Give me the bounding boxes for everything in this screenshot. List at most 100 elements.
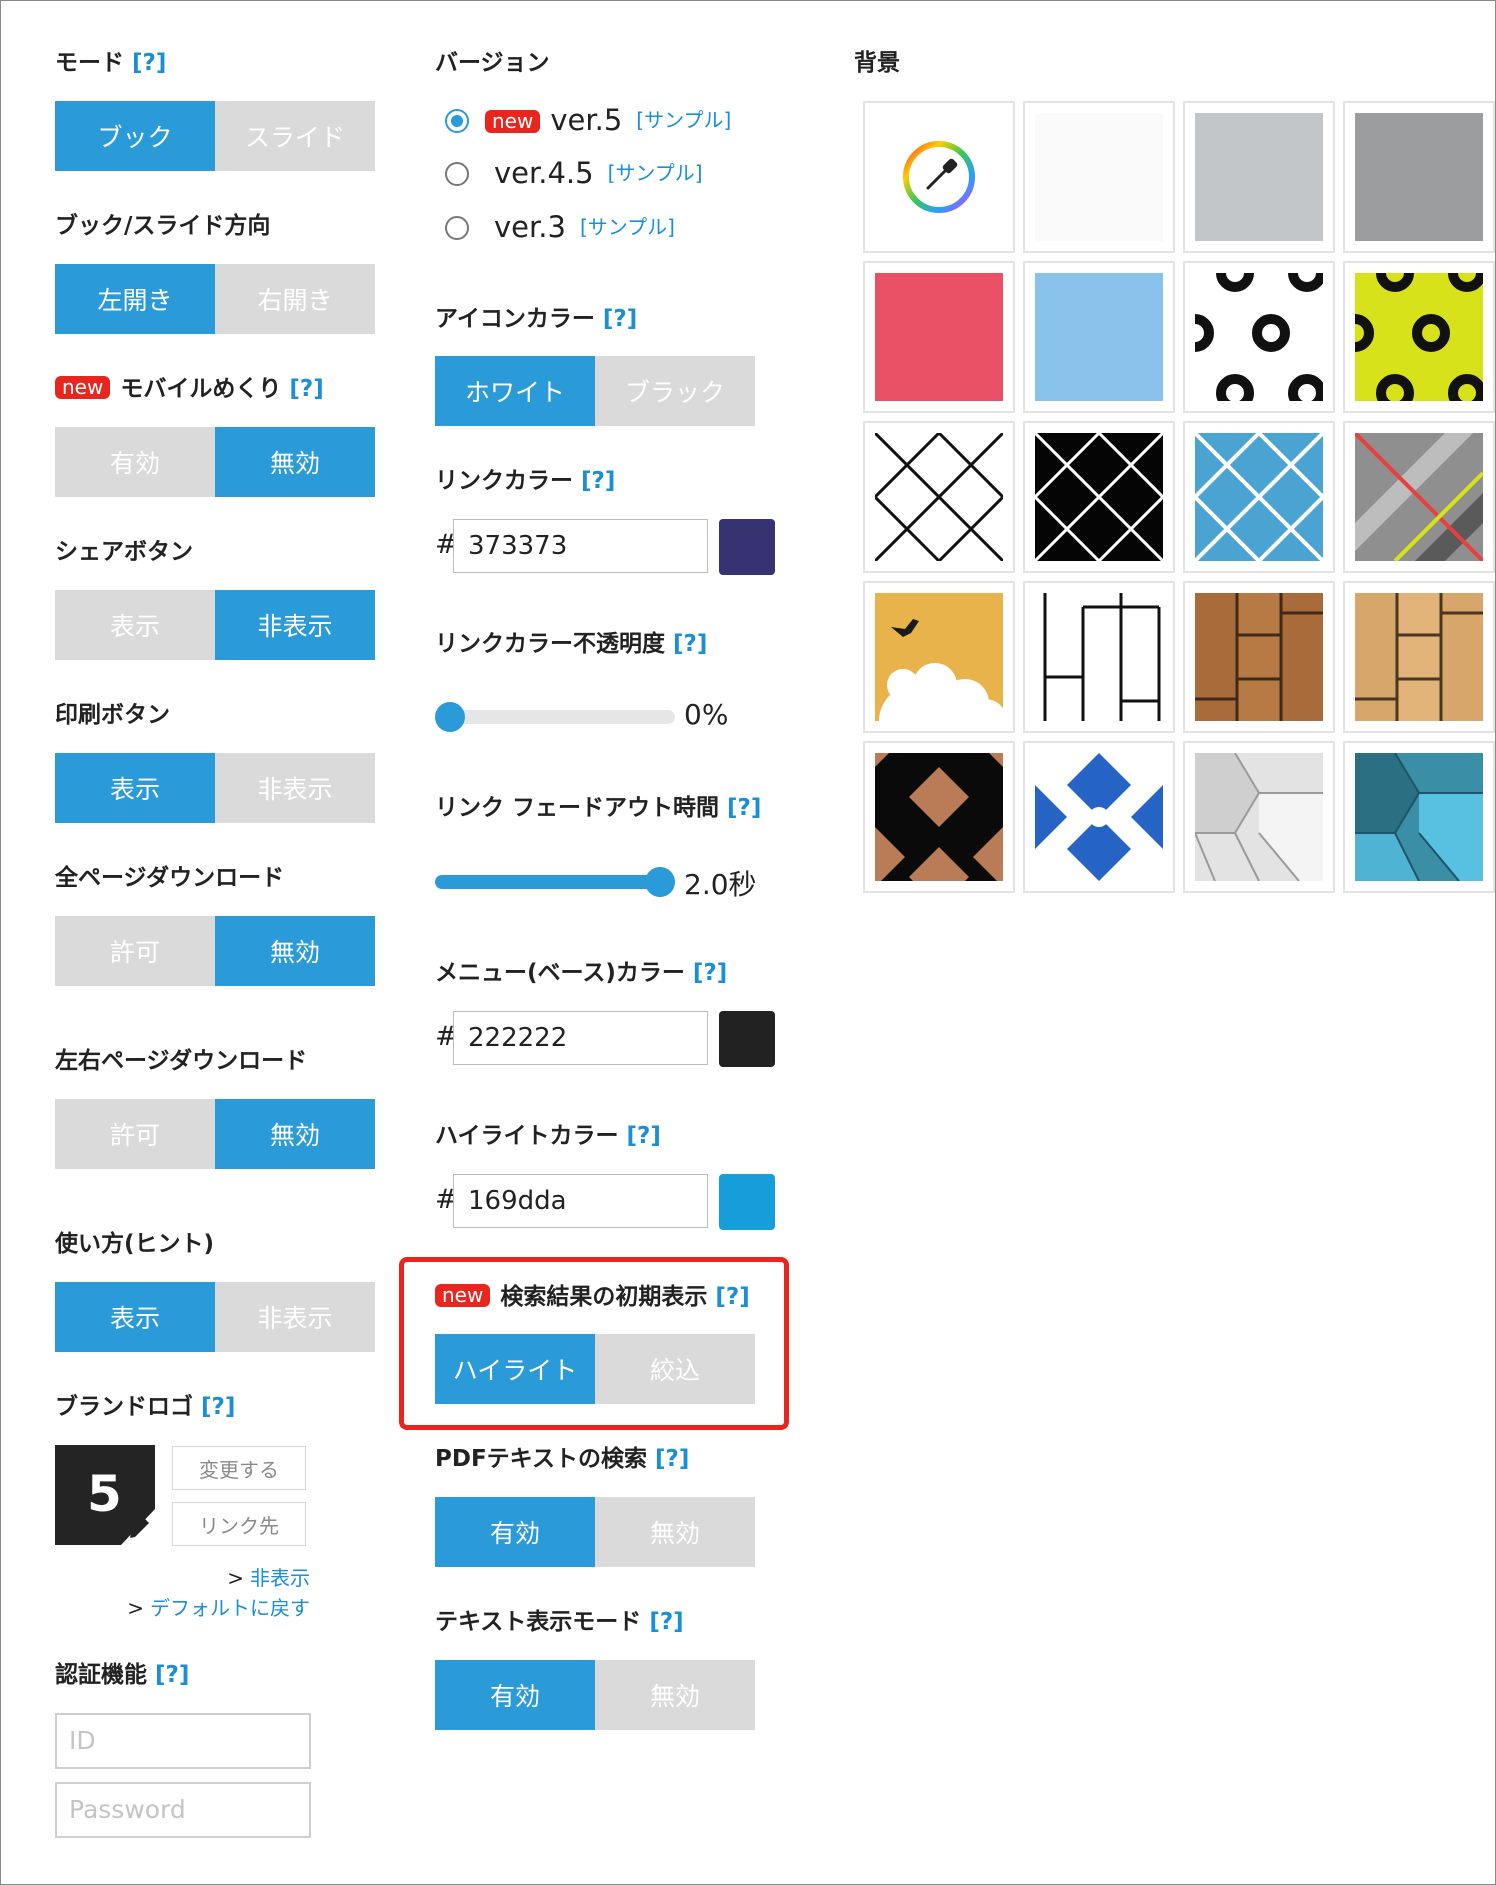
mobile-flip-enable-button[interactable]: 有効 [55,427,215,497]
bg-tile-gray[interactable] [1343,101,1495,253]
brand-logo-label: ブランドロゴ [?] [55,1394,236,1420]
help-link[interactable]: [?] [201,1394,235,1420]
bg-tile-lattice-blue[interactable] [1183,421,1335,573]
bg-tile-light-gray[interactable] [1183,101,1335,253]
share-show-button[interactable]: 表示 [55,590,215,660]
color-picker-icon [903,141,975,213]
help-link[interactable]: [?] [655,1446,689,1472]
logo-link-button[interactable]: リンク先 [172,1502,306,1546]
mode-slide-button[interactable]: スライド [215,101,375,171]
fade-time-label: リンク フェードアウト時間 [?] [435,795,762,821]
change-logo-button[interactable]: 変更する [172,1446,306,1490]
bg-tile-lattice-white[interactable] [863,421,1015,573]
link-color-input[interactable]: 373373 [453,519,708,573]
lr-download-disable-button[interactable]: 無効 [215,1099,375,1169]
bg-tile-lattice-black[interactable] [1023,421,1175,573]
bg-tile-diagonal-stripes[interactable] [1343,421,1495,573]
icon-black-button[interactable]: ブラック [595,356,755,426]
mode-book-button[interactable]: ブック [55,101,215,171]
version-4-5-option[interactable]: ver.4.5 [サンプル] [494,156,703,190]
highlight-color-input[interactable]: 169dda [453,1174,708,1228]
new-badge: new [485,110,541,133]
pdf-search-enable-button[interactable]: 有効 [435,1497,595,1567]
direction-toggle: 左開き 右開き [55,264,375,334]
help-link[interactable]: [?] [649,1609,683,1635]
version-4-5-radio[interactable] [445,162,469,186]
share-hide-button[interactable]: 非表示 [215,590,375,660]
search-filter-button[interactable]: 絞込 [595,1334,755,1404]
bg-tile-cube-gray[interactable] [1183,741,1335,893]
lr-download-label: 左右ページダウンロード [55,1048,308,1074]
print-button-label: 印刷ボタン [55,702,170,728]
mobile-flip-disable-button[interactable]: 無効 [215,427,375,497]
bg-tile-brick-outline[interactable] [1023,581,1175,733]
help-link[interactable]: [?] [581,468,615,494]
version-3-radio[interactable] [445,216,469,240]
bg-tile-bird-cloud[interactable] [863,581,1015,733]
help-link[interactable]: [?] [727,795,761,821]
icon-white-button[interactable]: ホワイト [435,356,595,426]
fade-time-thumb[interactable] [645,867,675,897]
bg-tile-quatrefoil-blue[interactable] [1023,741,1175,893]
help-link[interactable]: [?] [155,1662,189,1688]
link-color-swatch[interactable] [719,519,775,575]
bg-tile-wood-light[interactable] [1343,581,1495,733]
help-link[interactable]: [?] [132,50,166,76]
bg-tile-white[interactable] [1023,101,1175,253]
bg-tile-light-blue[interactable] [1023,261,1175,413]
link-opacity-thumb[interactable] [435,702,465,732]
version-3-option[interactable]: ver.3 [サンプル] [494,210,675,244]
quatrefoil-blue-icon [1035,753,1163,881]
menu-color-swatch[interactable] [719,1011,775,1067]
bg-tile-ring-pattern-lime[interactable] [1343,261,1495,413]
sample-link[interactable]: [サンプル] [608,161,703,185]
highlight-color-swatch[interactable] [719,1174,775,1230]
menu-color-input[interactable]: 222222 [453,1011,708,1065]
version-5-radio[interactable] [445,109,469,133]
bg-tile-color-picker[interactable] [863,101,1015,253]
hint-label: 使い方(ヒント) [55,1231,215,1257]
search-initial-label: new 検索結果の初期表示 [?] [435,1283,750,1311]
bg-tile-pink[interactable] [863,261,1015,413]
fade-time-slider[interactable] [435,875,675,889]
sample-link[interactable]: [サンプル] [636,108,731,132]
print-hide-button[interactable]: 非表示 [215,753,375,823]
help-link[interactable]: [?] [715,1284,749,1310]
password-field[interactable]: Password [55,1782,311,1838]
menu-color-label: メニュー(ベース)カラー [?] [435,960,728,986]
search-highlight-button[interactable]: ハイライト [435,1334,595,1404]
hide-logo-link[interactable]: > 非表示 [227,1562,310,1591]
bg-tile-wood-dark[interactable] [1183,581,1335,733]
fade-time-value: 2.0秒 [684,868,757,901]
pdf-search-disable-button[interactable]: 無効 [595,1497,755,1567]
hint-hide-button[interactable]: 非表示 [215,1282,375,1352]
text-mode-disable-button[interactable]: 無効 [595,1660,755,1730]
background-label: 背景 [854,50,900,76]
help-link[interactable]: [?] [289,376,323,402]
highlight-color-label: ハイライトカラー [?] [435,1123,661,1149]
reset-default-link[interactable]: > デフォルトに戻す [127,1592,310,1621]
mobile-flip-toggle: 有効 無効 [55,427,375,497]
all-download-allow-button[interactable]: 許可 [55,916,215,986]
hint-show-button[interactable]: 表示 [55,1282,215,1352]
text-mode-enable-button[interactable]: 有効 [435,1660,595,1730]
direction-right-button[interactable]: 右開き [215,264,375,334]
help-link[interactable]: [?] [673,631,707,657]
lr-download-allow-button[interactable]: 許可 [55,1099,215,1169]
brand-logo-preview[interactable]: 5 [55,1445,155,1545]
direction-left-button[interactable]: 左開き [55,264,215,334]
help-link[interactable]: [?] [627,1123,661,1149]
bg-tile-cube-teal[interactable] [1343,741,1495,893]
print-show-button[interactable]: 表示 [55,753,215,823]
version-5-option[interactable]: new ver.5 [サンプル] [485,103,731,137]
bg-tile-diamond-brown[interactable] [863,741,1015,893]
help-link[interactable]: [?] [693,960,727,986]
id-field[interactable]: ID [55,1713,311,1769]
settings-panel: モード [?] ブック スライド ブック/スライド方向 左開き 右開き new モバ… [0,0,1496,1885]
all-download-disable-button[interactable]: 無効 [215,916,375,986]
sample-link[interactable]: [サンプル] [580,215,675,239]
share-button-label: シェアボタン [55,539,193,565]
link-opacity-slider[interactable] [435,710,675,724]
bg-tile-ring-pattern[interactable] [1183,261,1335,413]
help-link[interactable]: [?] [603,306,637,332]
